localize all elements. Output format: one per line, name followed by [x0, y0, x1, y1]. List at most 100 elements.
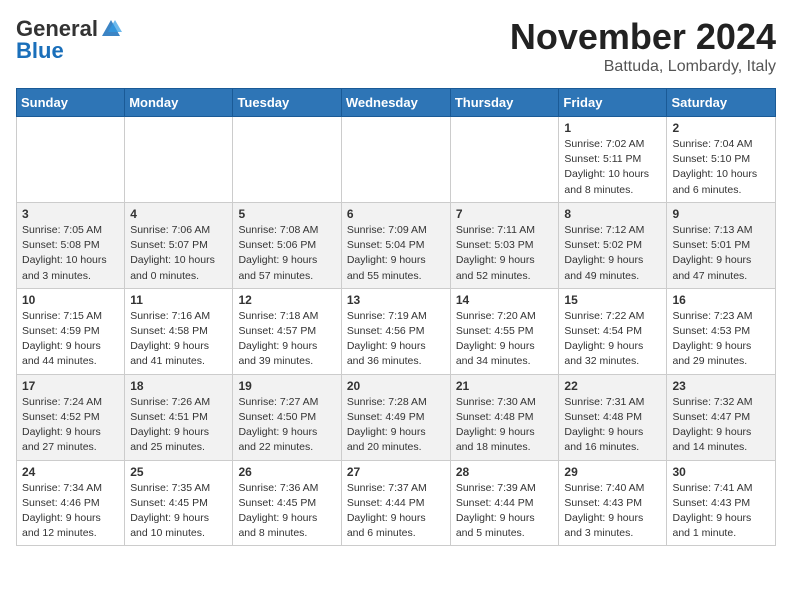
calendar-cell [450, 117, 559, 203]
calendar-cell: 29Sunrise: 7:40 AM Sunset: 4:43 PM Dayli… [559, 460, 667, 546]
calendar-cell: 11 Sunrise: 7:16 AM Sunset: 4:58 PM Dayli… [125, 288, 233, 374]
day-number: 6 [347, 207, 445, 221]
calendar-cell: 19 Sunrise: 7:27 AM Sunset: 4:50 PM Dayli… [233, 374, 341, 460]
calendar-cell: 30Sunrise: 7:41 AM Sunset: 4:43 PM Dayli… [667, 460, 776, 546]
page-subtitle: Battuda, Lombardy, Italy [510, 58, 776, 76]
day-info: Sunrise: 7:12 AM Sunset: 5:02 PM Dayligh… [564, 223, 661, 284]
day-number: 25 [130, 465, 227, 479]
calendar-cell: 6 Sunrise: 7:09 AM Sunset: 5:04 PM Daylig… [341, 202, 450, 288]
day-info: Sunrise: 7:16 AM Sunset: 4:58 PM Dayligh… [130, 309, 227, 370]
day-number: 30 [672, 465, 770, 479]
day-number: 27 [347, 465, 445, 479]
calendar-week-row: 1Sunrise: 7:02 AM Sunset: 5:11 PM Daylig… [17, 117, 776, 203]
day-number: 5 [238, 207, 335, 221]
day-info: Sunrise: 7:18 AM Sunset: 4:57 PM Dayligh… [238, 309, 335, 370]
day-number: 12 [238, 293, 335, 307]
calendar-cell: 17 Sunrise: 7:24 AM Sunset: 4:52 PM Dayli… [17, 374, 125, 460]
day-info: Sunrise: 7:13 AM Sunset: 5:01 PM Dayligh… [672, 223, 770, 284]
calendar-header-saturday: Saturday [667, 89, 776, 117]
day-info: Sunrise: 7:40 AM Sunset: 4:43 PM Dayligh… [564, 481, 661, 542]
day-number: 17 [22, 379, 119, 393]
day-number: 8 [564, 207, 661, 221]
day-info: Sunrise: 7:06 AM Sunset: 5:07 PM Dayligh… [130, 223, 227, 284]
day-number: 2 [672, 121, 770, 135]
calendar-week-row: 10Sunrise: 7:15 AM Sunset: 4:59 PM Dayli… [17, 288, 776, 374]
calendar-cell: 10Sunrise: 7:15 AM Sunset: 4:59 PM Dayli… [17, 288, 125, 374]
calendar-cell: 9 Sunrise: 7:13 AM Sunset: 5:01 PM Daylig… [667, 202, 776, 288]
header: General Blue November 2024 Battuda, Lomb… [16, 16, 776, 76]
day-number: 9 [672, 207, 770, 221]
calendar-cell: 16 Sunrise: 7:23 AM Sunset: 4:53 PM Dayli… [667, 288, 776, 374]
calendar-header-monday: Monday [125, 89, 233, 117]
day-info: Sunrise: 7:39 AM Sunset: 4:44 PM Dayligh… [456, 481, 554, 542]
calendar-cell: 23 Sunrise: 7:32 AM Sunset: 4:47 PM Dayli… [667, 374, 776, 460]
day-info: Sunrise: 7:09 AM Sunset: 5:04 PM Dayligh… [347, 223, 445, 284]
day-info: Sunrise: 7:37 AM Sunset: 4:44 PM Dayligh… [347, 481, 445, 542]
day-number: 26 [238, 465, 335, 479]
title-area: November 2024 Battuda, Lombardy, Italy [510, 16, 776, 76]
day-info: Sunrise: 7:27 AM Sunset: 4:50 PM Dayligh… [238, 395, 335, 456]
calendar-cell: 3Sunrise: 7:05 AM Sunset: 5:08 PM Daylig… [17, 202, 125, 288]
logo-icon [100, 18, 122, 40]
calendar-header-tuesday: Tuesday [233, 89, 341, 117]
day-number: 10 [22, 293, 119, 307]
day-number: 18 [130, 379, 227, 393]
calendar-cell: 14 Sunrise: 7:20 AM Sunset: 4:55 PM Dayli… [450, 288, 559, 374]
day-number: 21 [456, 379, 554, 393]
calendar-header-row: SundayMondayTuesdayWednesdayThursdayFrid… [17, 89, 776, 117]
day-info: Sunrise: 7:32 AM Sunset: 4:47 PM Dayligh… [672, 395, 770, 456]
day-info: Sunrise: 7:24 AM Sunset: 4:52 PM Dayligh… [22, 395, 119, 456]
calendar-cell: 21Sunrise: 7:30 AM Sunset: 4:48 PM Dayli… [450, 374, 559, 460]
calendar-header-friday: Friday [559, 89, 667, 117]
calendar-cell: 4 Sunrise: 7:06 AM Sunset: 5:07 PM Daylig… [125, 202, 233, 288]
calendar-cell: 25Sunrise: 7:35 AM Sunset: 4:45 PM Dayli… [125, 460, 233, 546]
day-number: 14 [456, 293, 554, 307]
calendar-cell: 27 Sunrise: 7:37 AM Sunset: 4:44 PM Dayli… [341, 460, 450, 546]
calendar-header-thursday: Thursday [450, 89, 559, 117]
calendar-header-sunday: Sunday [17, 89, 125, 117]
day-info: Sunrise: 7:28 AM Sunset: 4:49 PM Dayligh… [347, 395, 445, 456]
calendar-cell: 5Sunrise: 7:08 AM Sunset: 5:06 PM Daylig… [233, 202, 341, 288]
day-number: 19 [238, 379, 335, 393]
page-title: November 2024 [510, 16, 776, 58]
calendar-cell [233, 117, 341, 203]
day-number: 4 [130, 207, 227, 221]
calendar-week-row: 17 Sunrise: 7:24 AM Sunset: 4:52 PM Dayli… [17, 374, 776, 460]
day-number: 13 [347, 293, 445, 307]
calendar-cell: 22 Sunrise: 7:31 AM Sunset: 4:48 PM Dayli… [559, 374, 667, 460]
day-number: 11 [130, 293, 227, 307]
day-info: Sunrise: 7:11 AM Sunset: 5:03 PM Dayligh… [456, 223, 554, 284]
day-info: Sunrise: 7:31 AM Sunset: 4:48 PM Dayligh… [564, 395, 661, 456]
calendar-header-wednesday: Wednesday [341, 89, 450, 117]
day-number: 23 [672, 379, 770, 393]
logo-blue: Blue [16, 38, 64, 64]
day-number: 3 [22, 207, 119, 221]
day-info: Sunrise: 7:26 AM Sunset: 4:51 PM Dayligh… [130, 395, 227, 456]
day-info: Sunrise: 7:36 AM Sunset: 4:45 PM Dayligh… [238, 481, 335, 542]
calendar-table: SundayMondayTuesdayWednesdayThursdayFrid… [16, 88, 776, 546]
calendar-cell: 15Sunrise: 7:22 AM Sunset: 4:54 PM Dayli… [559, 288, 667, 374]
day-number: 15 [564, 293, 661, 307]
logo: General Blue [16, 16, 122, 64]
day-number: 1 [564, 121, 661, 135]
day-info: Sunrise: 7:23 AM Sunset: 4:53 PM Dayligh… [672, 309, 770, 370]
day-info: Sunrise: 7:04 AM Sunset: 5:10 PM Dayligh… [672, 137, 770, 198]
calendar-cell: 28 Sunrise: 7:39 AM Sunset: 4:44 PM Dayli… [450, 460, 559, 546]
calendar-cell: 2 Sunrise: 7:04 AM Sunset: 5:10 PM Daylig… [667, 117, 776, 203]
day-info: Sunrise: 7:19 AM Sunset: 4:56 PM Dayligh… [347, 309, 445, 370]
day-number: 7 [456, 207, 554, 221]
calendar-cell: 26 Sunrise: 7:36 AM Sunset: 4:45 PM Dayli… [233, 460, 341, 546]
calendar-cell: 24Sunrise: 7:34 AM Sunset: 4:46 PM Dayli… [17, 460, 125, 546]
calendar-cell: 1Sunrise: 7:02 AM Sunset: 5:11 PM Daylig… [559, 117, 667, 203]
calendar-cell: 8 Sunrise: 7:12 AM Sunset: 5:02 PM Daylig… [559, 202, 667, 288]
day-info: Sunrise: 7:20 AM Sunset: 4:55 PM Dayligh… [456, 309, 554, 370]
calendar-cell: 20Sunrise: 7:28 AM Sunset: 4:49 PM Dayli… [341, 374, 450, 460]
calendar-cell: 12 Sunrise: 7:18 AM Sunset: 4:57 PM Dayli… [233, 288, 341, 374]
day-number: 16 [672, 293, 770, 307]
calendar-cell: 18 Sunrise: 7:26 AM Sunset: 4:51 PM Dayli… [125, 374, 233, 460]
calendar-cell [125, 117, 233, 203]
day-number: 22 [564, 379, 661, 393]
day-number: 28 [456, 465, 554, 479]
calendar-cell [341, 117, 450, 203]
calendar-cell: 7 Sunrise: 7:11 AM Sunset: 5:03 PM Daylig… [450, 202, 559, 288]
